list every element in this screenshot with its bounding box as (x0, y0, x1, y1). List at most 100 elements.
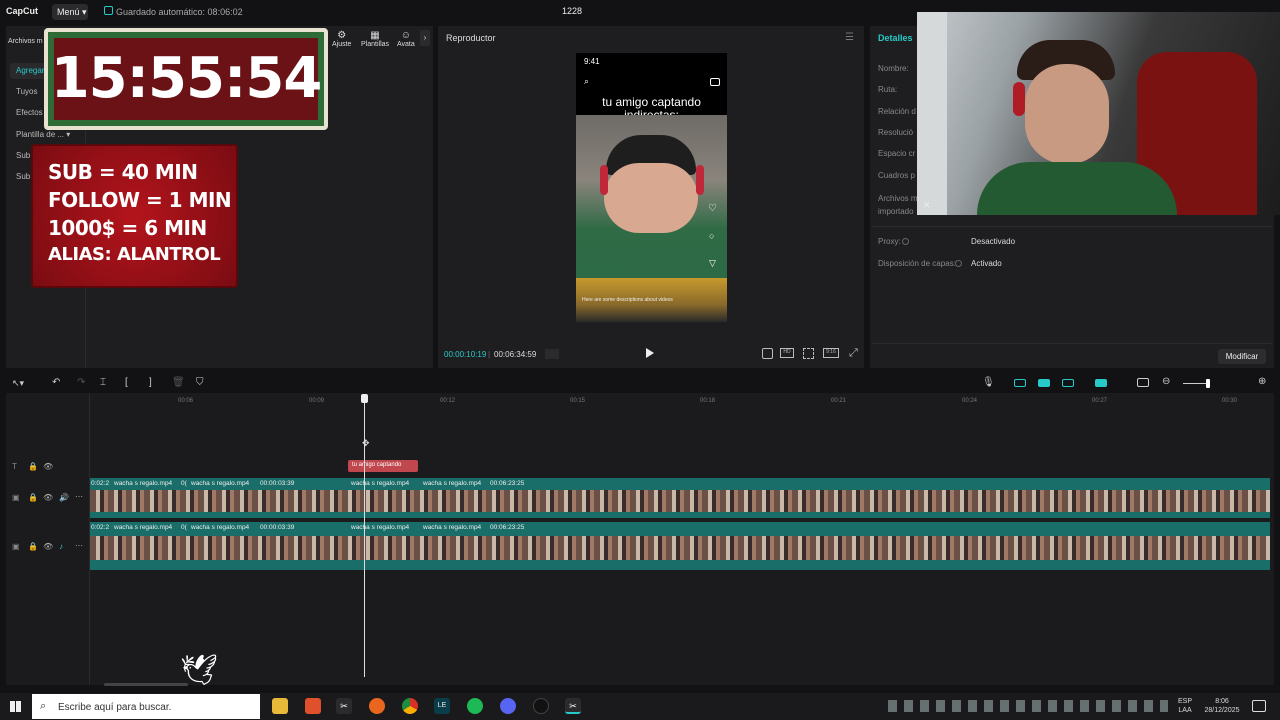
autosave-status: Guardado automático: 08:06:02 (116, 7, 243, 17)
tab-avatars[interactable]: ☺ Avata (397, 30, 415, 48)
system-tray-icons[interactable] (888, 700, 1168, 712)
search-icon: ⌕ (40, 700, 47, 712)
split-icon[interactable]: ⌶ (100, 377, 106, 388)
countdown-clock: 15:55:54 (50, 46, 323, 111)
lock-icon[interactable]: 🔒 (28, 493, 38, 502)
details-title: Detalles (878, 33, 913, 43)
fullscreen-icon[interactable]: ⤢ (849, 347, 858, 360)
total-time: 00:06:34:59 (494, 350, 537, 359)
trim-right-icon[interactable]: ] (149, 377, 152, 388)
avatar-icon: ☺ (400, 30, 411, 41)
layout-code: LAA (1178, 707, 1192, 714)
playhead[interactable] (364, 395, 365, 677)
ruler-label: 00:21 (831, 398, 847, 404)
audio-icon[interactable]: ♪ (59, 542, 63, 551)
tab-media-label: Archivos m (8, 38, 43, 45)
clip-label: wacha s regalo.mp4 (191, 524, 250, 531)
obs-icon[interactable] (533, 698, 549, 714)
clip-thumbnails (90, 490, 1270, 512)
cloud-save-icon (104, 6, 113, 15)
language-indicator[interactable]: ESP LAA (1178, 697, 1192, 715)
video-description: Here are some descriptions about videos (582, 297, 673, 303)
chrome-icon[interactable] (402, 698, 418, 714)
hd-icon[interactable]: HD (780, 348, 794, 358)
safe-area-icon[interactable] (762, 348, 773, 359)
tab-templates[interactable]: ▦ Plantillas (361, 30, 389, 48)
windows-start-icon[interactable] (10, 701, 21, 712)
divider (872, 226, 1272, 227)
zoom-slider-handle[interactable] (1206, 379, 1210, 388)
clock-time: 8:06 (1215, 698, 1229, 705)
play-icon[interactable] (646, 348, 654, 358)
lock-icon[interactable]: 🔒 (28, 542, 38, 551)
lol-icon[interactable]: LE (434, 698, 450, 714)
fit-icon[interactable] (803, 348, 814, 359)
eye-icon[interactable]: 👁 (43, 493, 53, 502)
ruler-label: 00:15 (570, 398, 586, 404)
more-icon[interactable]: ⋯ (75, 541, 83, 550)
video-track-icon: ▣ (12, 493, 20, 502)
info-icon[interactable] (955, 260, 962, 267)
spotify-icon[interactable] (467, 698, 483, 714)
bird-icon: 🕊 (180, 654, 219, 687)
magnet-icon[interactable] (1038, 379, 1050, 387)
webcam-door (917, 12, 947, 215)
comment-icon: ○ (709, 231, 715, 241)
time-separator: | (488, 350, 491, 359)
webcam-feed: ✕ (917, 12, 1280, 215)
text-track-icon: T (12, 462, 17, 471)
firefox-icon[interactable] (369, 698, 385, 714)
zoom-out-icon[interactable]: ⊖ (1162, 376, 1170, 387)
snap-icon[interactable] (1062, 379, 1074, 387)
microphone-icon[interactable]: 🎙 (982, 377, 995, 388)
more-icon[interactable]: ⋯ (75, 492, 83, 501)
detail-label: Nombre: (878, 64, 909, 73)
tab-adjust[interactable]: ⚙ Ajuste (332, 30, 351, 48)
rule-line: ALIAS: ALANTROL (48, 244, 221, 265)
capcut-active-icon[interactable]: ✂ (565, 698, 581, 714)
playhead-handle[interactable] (361, 394, 368, 403)
audio-icon[interactable]: 🔊 (59, 493, 69, 502)
menu-button[interactable]: Menú ▾ (52, 4, 88, 20)
file-explorer-icon[interactable] (272, 698, 288, 714)
detail-label: Ruta: (878, 85, 898, 94)
detail-label: Resolució (878, 128, 914, 137)
proxy-value: Desactivado (971, 237, 1016, 246)
lock-icon[interactable]: 🔒 (28, 462, 38, 471)
undo-icon[interactable]: ↶ (52, 377, 60, 388)
notifications-icon[interactable] (1252, 700, 1266, 712)
tabs-next-button[interactable]: › (420, 30, 430, 46)
horizontal-scrollbar[interactable] (104, 683, 188, 686)
player-menu-icon[interactable]: ☰ (845, 32, 854, 43)
clock[interactable]: 8:06 28/12/2025 (1202, 697, 1242, 715)
redo-icon[interactable]: ↷ (77, 377, 85, 388)
eye-icon[interactable]: 👁 (43, 542, 53, 551)
caption-icon[interactable] (1137, 378, 1149, 387)
info-icon[interactable] (902, 238, 909, 245)
ratio-icon[interactable]: 9:16 (823, 348, 839, 358)
delete-icon[interactable]: 🗑 (172, 377, 185, 388)
face (604, 163, 698, 233)
preview-axis-icon[interactable] (1095, 379, 1107, 387)
menu-label: Menú (57, 7, 80, 17)
zoom-in-icon[interactable]: ⊕ (1258, 376, 1266, 387)
trim-left-icon[interactable]: [ (125, 377, 128, 388)
app-logo: CapCut (6, 6, 38, 16)
modify-button[interactable]: Modificar (1218, 349, 1266, 364)
capcut-icon[interactable]: ✂ (336, 698, 352, 714)
brave-icon[interactable] (305, 698, 321, 714)
tab-media[interactable]: Archivos m (8, 38, 43, 45)
discord-icon[interactable] (500, 698, 516, 714)
link-icon[interactable] (1014, 379, 1026, 387)
video-track-icon: ▣ (12, 542, 20, 551)
templates-icon: ▦ (370, 30, 380, 41)
text-clip[interactable]: tu amigo captando (348, 460, 418, 472)
detail-label: Espacio cr (878, 149, 916, 158)
shield-icon[interactable]: ⛉ (196, 377, 204, 388)
timeline-toolbar (0, 374, 1280, 392)
eye-icon[interactable]: 👁 (43, 462, 53, 471)
clip-label: wacha s regalo.mp4 (351, 524, 410, 531)
select-tool-icon[interactable]: ↖▾ (12, 378, 24, 389)
ruler-label: 00:06 (178, 398, 194, 404)
sidebar-item-templates-label: Plantilla de ... (16, 130, 65, 139)
